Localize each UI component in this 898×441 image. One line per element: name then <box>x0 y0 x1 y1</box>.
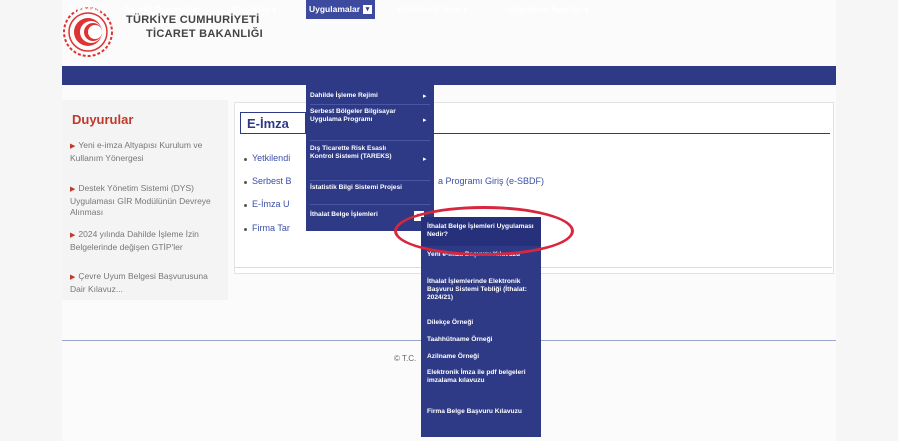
menu-separator <box>310 180 430 181</box>
expand-box-icon: ▾ <box>363 5 373 15</box>
nav-applications[interactable]: Uygulamalar ▾ <box>306 0 376 19</box>
link-e-signature-app[interactable]: E-İmza U <box>252 199 290 209</box>
submenu-item-commitment[interactable]: Taahhütname Örneği <box>427 336 537 344</box>
nav-info-line-label: Bilgi Hattı <box>230 4 270 14</box>
submenu-item-pdf-sign-guide[interactable]: Elektronik İmza ile pdf belgeleri imzala… <box>427 369 537 385</box>
link-free-zone-continued[interactable]: a Programı Giriş (e-SBDF) <box>438 176 544 186</box>
triangle-bullet-icon: ▶ <box>70 186 76 193</box>
menu-item-inward-processing[interactable]: Dahilde İşleme Rejimi <box>310 92 410 100</box>
submenu-item-company-application[interactable]: Firma Belge Başvuru Kılavuzu <box>427 408 537 416</box>
submenu-item-regulation[interactable]: İthalat İşlemlerinde Elektronik Başvuru … <box>427 278 537 302</box>
chevron-right-icon: ▸ <box>423 93 427 100</box>
announcement-label: Yeni e-imza Altyapısı Kurulum ve Kullanı… <box>70 140 203 163</box>
announcement-item[interactable]: ▶ Çevre Uyum Belgesi Başvurusuna Dair Kıl… <box>70 271 220 295</box>
announcement-item[interactable]: ▶ Yeni e-imza Altyapısı Kurulum ve Kullan… <box>70 140 220 164</box>
announcement-label: Destek Yönetim Sistemi (DYS) Uygulaması … <box>70 183 211 217</box>
menu-item-tareks[interactable]: Dış Ticarette Risk Esaslı Kontrol Sistem… <box>310 145 410 161</box>
announcement-item[interactable]: ▶ Destek Yönetim Sistemi (DYS) Uygulaması… <box>70 183 220 219</box>
triangle-bullet-icon: ▶ <box>70 232 76 239</box>
bullet-icon <box>244 181 247 184</box>
triangle-bullet-icon: ▶ <box>70 143 76 150</box>
main-navbar <box>62 66 836 85</box>
menu-separator <box>310 104 430 105</box>
triangle-bullet-icon: ▶ <box>70 274 76 281</box>
nav-app-settings[interactable]: Uygulama Ayarları ▾ <box>508 0 589 19</box>
chevron-down-icon: ▾ <box>585 7 589 14</box>
menu-item-free-zones[interactable]: Serbest Bölgeler Bilgisayar Uygulama Pro… <box>310 108 410 124</box>
announcement-item[interactable]: ▶ 2024 yılında Dahilde İşleme İzin Belgel… <box>70 229 220 253</box>
bullet-icon <box>244 228 247 231</box>
nav-home-label: Anasayfa <box>68 4 106 14</box>
chevron-down-icon: ▾ <box>272 7 277 14</box>
highlight-ellipse <box>394 206 574 256</box>
nav-applications-label: Uygulamalar <box>309 4 361 14</box>
nav-e-signature[interactable]: Elektronik İmza ▾ <box>398 0 467 19</box>
menu-item-import-documents[interactable]: İthalat Belge İşlemleri <box>310 211 410 219</box>
menu-item-statistics[interactable]: İstatistik Bilgi Sistemi Projesi <box>310 184 410 192</box>
brand-line-2: TİCARET BAKANLIĞI <box>146 28 263 40</box>
chevron-right-icon: ▸ <box>423 156 427 163</box>
nav-required-programs[interactable]: Gerekli Programlar <box>124 0 201 19</box>
chevron-right-icon: ▸ <box>423 117 427 124</box>
e-signature-tab: E-İmza <box>240 112 306 134</box>
chevron-down-icon: ▾ <box>463 7 467 14</box>
nav-e-signature-label: Elektronik İmza <box>398 4 461 14</box>
link-company[interactable]: Firma Tar <box>252 223 290 233</box>
nav-app-settings-label: Uygulama Ayarları <box>508 4 583 14</box>
nav-info-line[interactable]: Bilgi Hattı ▾ <box>230 0 276 19</box>
announcements-title: Duyurular <box>72 112 134 127</box>
link-free-zone[interactable]: Serbest B <box>252 176 292 186</box>
submenu-item-petition[interactable]: Dilekçe Örneği <box>427 319 537 327</box>
footer-copyright: © T.C. <box>394 354 417 363</box>
announcement-label: Çevre Uyum Belgesi Başvurusuna Dair Kıla… <box>70 271 208 294</box>
submenu-item-dismissal[interactable]: Azilname Örneği <box>427 353 537 361</box>
nav-home[interactable]: Anasayfa <box>68 0 106 19</box>
announcement-label: 2024 yılında Dahilde İşleme İzin Belgele… <box>70 229 199 252</box>
link-authorization[interactable]: Yetkilendi <box>252 153 290 163</box>
nav-required-programs-label: Gerekli Programlar <box>124 4 201 14</box>
menu-separator <box>310 204 430 205</box>
bullet-icon <box>244 158 247 161</box>
menu-separator <box>310 140 430 141</box>
bullet-icon <box>244 204 247 207</box>
